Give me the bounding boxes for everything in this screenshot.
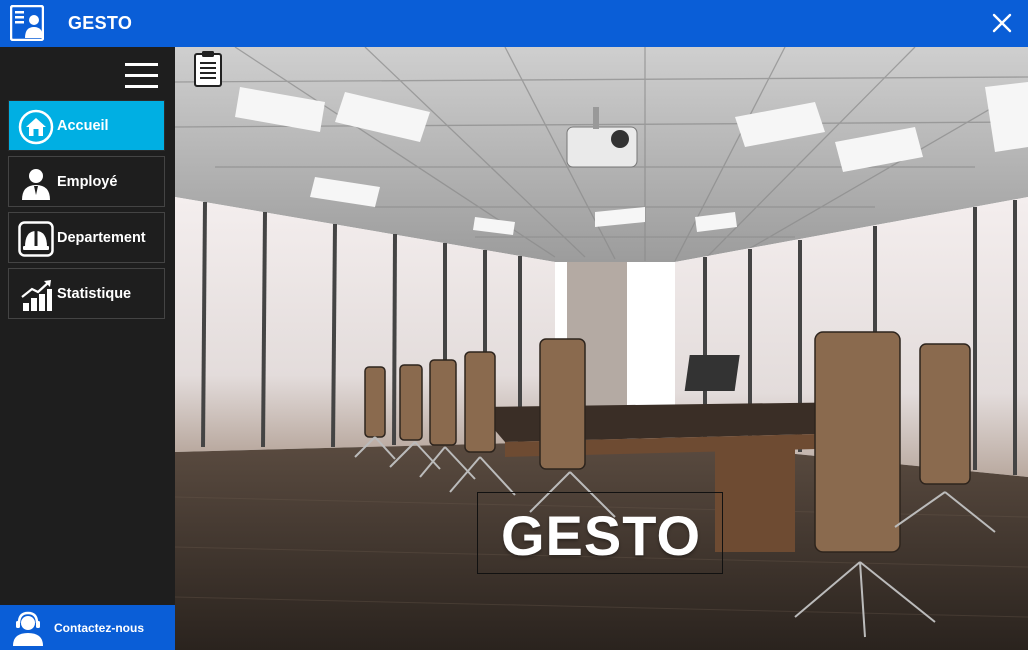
close-icon[interactable]	[990, 10, 1014, 36]
sidebar-item-employe[interactable]: Employé	[8, 156, 165, 207]
employee-icon	[22, 169, 50, 200]
contact-label: Contactez-nous	[54, 621, 144, 635]
hero-title: GESTO	[500, 504, 701, 567]
sidebar-item-accueil[interactable]: Accueil	[8, 100, 165, 151]
id-badge-icon	[10, 5, 44, 41]
app-title: GESTO	[68, 13, 133, 33]
sidebar-item-label: Departement	[57, 230, 146, 246]
chart-icon	[21, 280, 52, 311]
home-icon	[18, 109, 54, 145]
sidebar-item-label: Employé	[57, 174, 118, 190]
helmet-icon	[18, 221, 54, 257]
hamburger-menu-icon[interactable]	[125, 63, 159, 89]
sidebar-item-label: Accueil	[57, 118, 109, 134]
sidebar: Accueil Employé Departement Statistique	[0, 47, 175, 650]
hero-title-box: GESTO	[477, 492, 723, 574]
support-agent-icon	[13, 611, 43, 646]
clipboard-icon[interactable]	[193, 50, 223, 87]
sidebar-item-statistique[interactable]: Statistique	[8, 268, 165, 319]
sidebar-item-label: Statistique	[57, 286, 132, 302]
sidebar-item-departement[interactable]: Departement	[8, 212, 165, 263]
title-bar: GESTO	[0, 0, 1028, 47]
contact-button[interactable]: Contactez-nous	[0, 605, 175, 650]
